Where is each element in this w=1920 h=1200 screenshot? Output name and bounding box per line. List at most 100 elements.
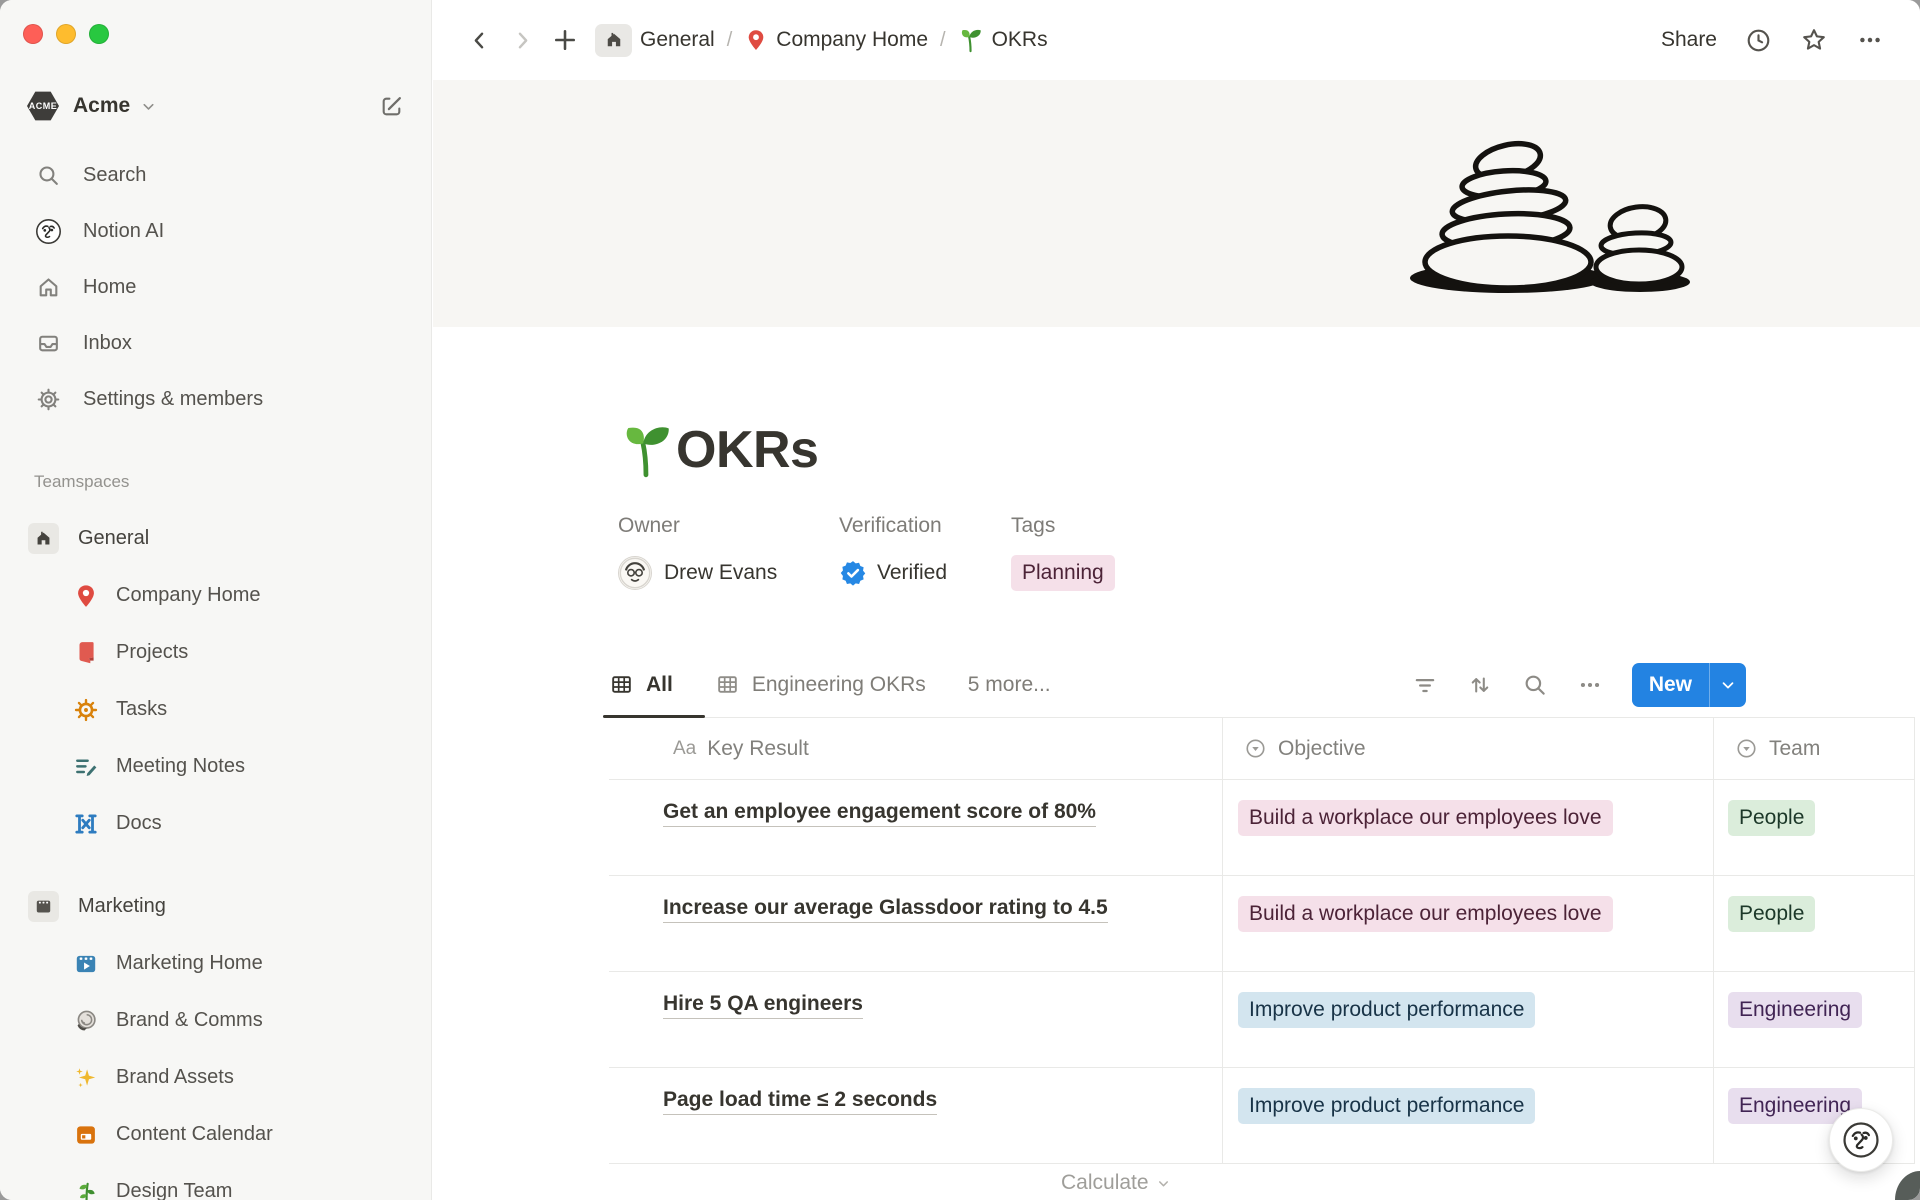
seedling-icon: [618, 421, 676, 479]
notion-ai-icon: [34, 218, 62, 245]
seedling-icon: [958, 27, 984, 53]
verification-value[interactable]: Verified: [839, 554, 947, 592]
workspace-switcher[interactable]: ACME Acme: [27, 88, 404, 124]
filter-icon[interactable]: [1412, 672, 1438, 698]
view-tab-all[interactable]: All: [609, 672, 673, 697]
table-footer: Calculate: [609, 1164, 1915, 1200]
notion-ai-icon: [1842, 1121, 1880, 1159]
back-button[interactable]: [467, 28, 492, 53]
sidebar-item-design-team[interactable]: Design Team: [0, 1163, 431, 1200]
sidebar-item-projects[interactable]: Projects: [0, 624, 431, 681]
breadcrumb-label: OKRs: [992, 28, 1048, 52]
table-header: Aa Key Result Objective Team: [609, 718, 1915, 780]
breadcrumb-general[interactable]: General: [595, 24, 715, 57]
team-cell[interactable]: People: [1714, 780, 1915, 875]
sidebar-item-inbox[interactable]: Inbox: [0, 315, 431, 371]
add-page-icon[interactable]: [551, 26, 579, 54]
team-cell[interactable]: Engineering: [1714, 972, 1915, 1067]
column-header-key-result[interactable]: Aa Key Result: [609, 718, 1223, 779]
sidebar-item-brand-comms[interactable]: Brand & Comms: [0, 992, 431, 1049]
sidebar-item-docs[interactable]: Docs: [0, 795, 431, 852]
column-header-team[interactable]: Team: [1714, 718, 1915, 779]
teamspaces-heading: Teamspaces: [34, 472, 129, 492]
tag-planning: Planning: [1011, 555, 1115, 591]
team-cell[interactable]: People: [1714, 876, 1915, 971]
sparkles-icon: [72, 1065, 100, 1091]
team-tag: People: [1728, 896, 1815, 932]
objective-cell[interactable]: Build a workplace our employees love: [1223, 876, 1714, 971]
column-label: Key Result: [707, 737, 809, 761]
sidebar-item-company-home[interactable]: Company Home: [0, 567, 431, 624]
breadcrumb-company-home[interactable]: Company Home: [744, 28, 928, 52]
objective-tag: Build a workplace our employees love: [1238, 896, 1613, 932]
new-page-icon[interactable]: [379, 94, 404, 119]
team-tag: People: [1728, 800, 1815, 836]
objective-tag: Improve product performance: [1238, 1088, 1535, 1124]
sidebar-item-tasks[interactable]: Tasks: [0, 681, 431, 738]
chevron-down-icon: [140, 98, 157, 115]
more-options-icon[interactable]: [1856, 26, 1884, 54]
key-result-cell[interactable]: Hire 5 QA engineers: [609, 972, 1223, 1067]
sidebar-item-marketing[interactable]: Marketing: [0, 878, 431, 935]
property-label: Owner: [618, 514, 777, 538]
column-label: Objective: [1278, 737, 1366, 761]
page-title-row: OKRs: [618, 420, 818, 480]
red-book-icon: [72, 640, 100, 666]
sidebar-item-marketing-home[interactable]: Marketing Home: [0, 935, 431, 992]
sidebar-item-meeting-notes[interactable]: Meeting Notes: [0, 738, 431, 795]
sort-icon[interactable]: [1467, 672, 1493, 698]
sidebar-item-home[interactable]: Home: [0, 259, 431, 315]
objective-cell[interactable]: Improve product performance: [1223, 1068, 1714, 1163]
key-result-cell[interactable]: Increase our average Glassdoor rating to…: [609, 876, 1223, 971]
more-options-icon[interactable]: [1577, 672, 1603, 698]
key-result-cell[interactable]: Get an employee engagement score of 80%: [609, 780, 1223, 875]
close-window-button[interactable]: [23, 24, 43, 44]
page-label: Company Home: [116, 584, 261, 607]
tags-value[interactable]: Planning: [1011, 554, 1115, 592]
ship-wheel-icon: [72, 697, 100, 723]
search-icon[interactable]: [1522, 672, 1548, 698]
page-cover: [433, 80, 1920, 327]
page-label: Brand Assets: [116, 1066, 234, 1089]
objective-cell[interactable]: Build a workplace our employees love: [1223, 780, 1714, 875]
breadcrumb-okrs[interactable]: OKRs: [958, 27, 1048, 53]
new-button[interactable]: New: [1632, 663, 1746, 707]
clapperboard-blue-icon: [72, 951, 100, 977]
notion-ai-fab[interactable]: [1829, 1108, 1893, 1172]
owner-value[interactable]: Drew Evans: [618, 554, 777, 592]
more-views-button[interactable]: 5 more...: [968, 673, 1051, 697]
key-result-link: Page load time ≤ 2 seconds: [663, 1088, 937, 1115]
view-tab-label: Engineering OKRs: [752, 673, 926, 697]
sidebar-item-settings[interactable]: Settings & members: [0, 371, 431, 427]
property-owner: Owner Drew Evans: [618, 514, 777, 592]
property-tags: Tags Planning: [1011, 514, 1115, 592]
sidebar-item-label: Inbox: [83, 332, 132, 355]
teamspace-label: Marketing: [78, 895, 166, 918]
updates-clock-icon[interactable]: [1745, 27, 1772, 54]
select-icon: [1735, 737, 1758, 760]
key-result-cell[interactable]: Page load time ≤ 2 seconds: [609, 1068, 1223, 1163]
docs-icon: [72, 811, 100, 837]
chevron-down-icon[interactable]: [1710, 663, 1746, 707]
objective-cell[interactable]: Improve product performance: [1223, 972, 1714, 1067]
sidebar-item-brand-assets[interactable]: Brand Assets: [0, 1049, 431, 1106]
minimize-window-button[interactable]: [56, 24, 76, 44]
column-header-objective[interactable]: Objective: [1223, 718, 1714, 779]
sidebar-item-notion-ai[interactable]: Notion AI: [0, 203, 431, 259]
sidebar-item-label: Search: [83, 164, 146, 187]
sidebar-item-search[interactable]: Search: [0, 147, 431, 203]
calculate-button[interactable]: Calculate: [1061, 1171, 1171, 1195]
calendar-icon: [72, 1122, 100, 1148]
zoom-window-button[interactable]: [89, 24, 109, 44]
favorite-star-icon[interactable]: [1800, 26, 1828, 54]
text-type-icon: Aa: [673, 738, 696, 760]
forward-button[interactable]: [510, 28, 535, 53]
teamspaces-list: General Company Home Projects Tasks Meet…: [0, 510, 431, 1200]
view-tab-engineering-okrs[interactable]: Engineering OKRs: [715, 672, 926, 697]
sidebar-item-general[interactable]: General: [0, 510, 431, 567]
sidebar-item-content-calendar[interactable]: Content Calendar: [0, 1106, 431, 1163]
team-tag: Engineering: [1728, 992, 1862, 1028]
page-label: Brand & Comms: [116, 1009, 263, 1032]
table-icon: [715, 672, 740, 697]
share-button[interactable]: Share: [1661, 28, 1717, 52]
